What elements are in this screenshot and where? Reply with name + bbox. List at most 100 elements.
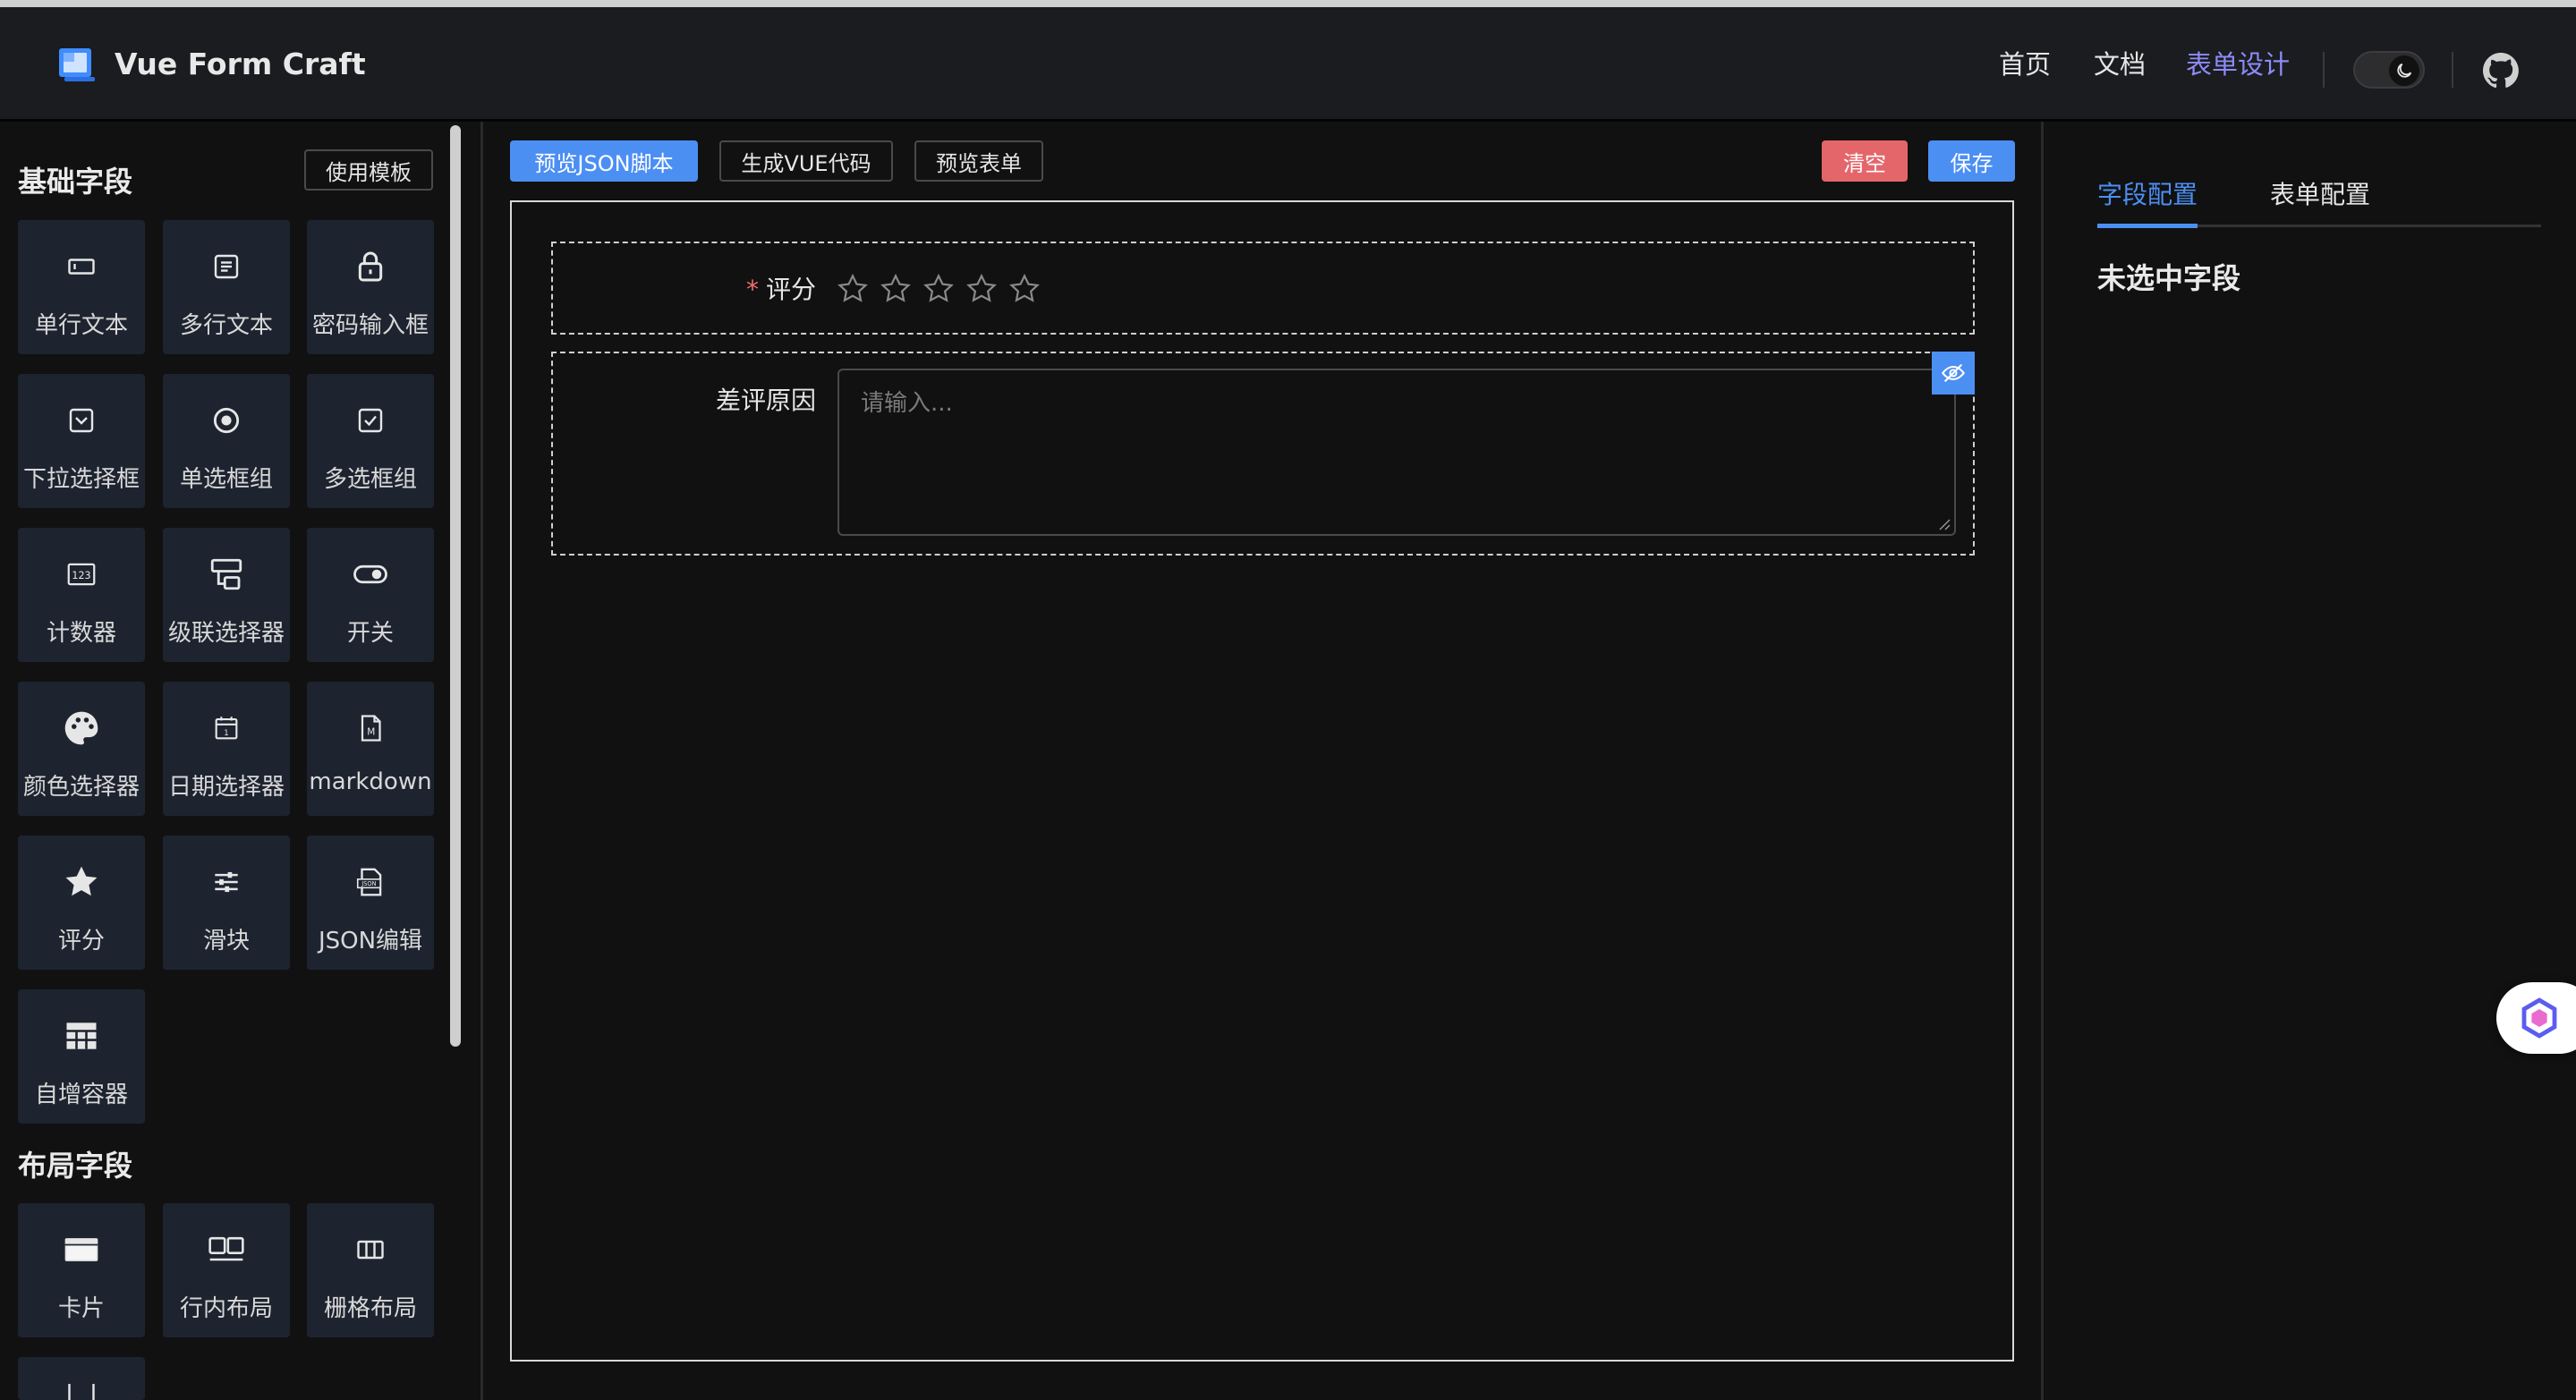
grid-icon [307,1230,434,1269]
logo-icon [59,48,95,81]
widget-label: 单行文本 [34,312,128,339]
dark-mode-toggle[interactable] [2353,51,2425,89]
floating-assistant-button[interactable] [2496,982,2576,1054]
textarea-icon [163,247,290,286]
slider-icon [163,862,290,902]
widget-label: JSON编辑 [318,928,423,955]
widget-password[interactable]: 密码输入框 [307,220,434,354]
widget-label: 下拉选择框 [22,466,140,493]
card-icon [18,1230,145,1269]
widget-auto-container[interactable]: 自增容器 [18,989,145,1124]
moon-icon [2389,55,2419,86]
widget-number[interactable]: 123 计数器 [18,528,145,662]
widget-slider[interactable]: 滑块 [163,836,290,970]
widget-switch[interactable]: 开关 [307,528,434,662]
layout-fields-title: 布局字段 [18,1149,133,1183]
number-icon: 123 [18,555,145,594]
right-panel-divider [2041,122,2044,1400]
reason-textarea[interactable]: 请输入... [837,369,1956,536]
widget-label: 多行文本 [179,312,273,339]
browser-top-strip [0,0,2576,7]
widget-label: 日期选择器 [167,774,285,801]
required-mark: * [745,275,759,304]
eye-off-icon[interactable] [1932,352,1975,395]
widget-textarea[interactable]: 多行文本 [163,220,290,354]
widget-card[interactable]: 卡片 [18,1203,145,1337]
widget-label: 多选框组 [323,466,417,493]
basic-fields-title: 基础字段 [18,165,133,199]
assistant-logo-icon [2521,997,2557,1039]
header-divider [2452,52,2453,88]
reason-placeholder: 请输入... [861,390,953,417]
star-icon [18,862,145,902]
widget-label: 颜色选择器 [22,774,140,801]
lock-icon [307,247,434,286]
star-outline-icon[interactable] [1007,272,1041,306]
image-icon [18,1384,145,1400]
widget-markdown[interactable]: M markdown [307,682,434,816]
widget-json[interactable]: JSON JSON编辑 [307,836,434,970]
preview-form-button[interactable]: 预览表单 [914,140,1043,182]
svg-text:JSON: JSON [361,880,376,887]
inline-icon [163,1230,290,1269]
star-outline-icon[interactable] [965,272,999,306]
tab-form-config[interactable]: 表单配置 [2270,175,2370,211]
table-icon [18,1016,145,1056]
widget-date[interactable]: 1 日期选择器 [163,682,290,816]
widget-label: 级联选择器 [167,620,285,647]
preview-json-button[interactable]: 预览JSON脚本 [510,140,698,182]
radio-icon [163,401,290,440]
widget-input[interactable]: 单行文本 [18,220,145,354]
resize-handle-icon[interactable] [1936,516,1951,530]
rating-label: * 评分 [680,270,816,306]
switch-icon [307,555,434,594]
svg-text:123: 123 [72,570,90,581]
star-outline-icon[interactable] [922,272,956,306]
widget-label: 开关 [346,620,394,647]
save-button[interactable]: 保存 [1928,140,2015,182]
widget-radio[interactable]: 单选框组 [163,374,290,508]
sidebar-scrollbar-thumb[interactable] [450,125,461,1047]
widget-label: 卡片 [57,1295,105,1322]
widget-label: 行内布局 [179,1295,273,1322]
generate-vue-button[interactable]: 生成VUE代码 [719,140,893,182]
star-outline-icon[interactable] [836,272,870,306]
widget-label: markdown [309,768,432,795]
widget-label: 滑块 [202,928,250,955]
nav-form-design[interactable]: 表单设计 [2186,47,2290,82]
rating-stars[interactable] [836,272,1041,306]
palette-icon [18,708,145,748]
widget-partial[interactable] [18,1357,145,1400]
checkbox-icon [307,401,434,440]
widget-color[interactable]: 颜色选择器 [18,682,145,816]
brand-title[interactable]: Vue Form Craft [115,45,366,84]
star-outline-icon[interactable] [879,272,913,306]
widget-label: 自增容器 [34,1082,128,1108]
clear-button[interactable]: 清空 [1822,140,1908,182]
widget-label: 栅格布局 [323,1295,417,1322]
app-header: Vue Form Craft 首页 文档 表单设计 [0,7,2576,122]
header-divider [2323,52,2325,88]
calendar-icon: 1 [163,708,290,748]
input-icon [18,247,145,286]
rating-label-text: 评分 [765,275,816,304]
widget-grid-layout[interactable]: 栅格布局 [307,1203,434,1337]
widget-select[interactable]: 下拉选择框 [18,374,145,508]
widget-inline-layout[interactable]: 行内布局 [163,1203,290,1337]
widget-label: 计数器 [46,620,116,647]
widget-checkbox[interactable]: 多选框组 [307,374,434,508]
svg-text:1: 1 [224,729,228,738]
tab-active-indicator [2097,224,2198,228]
widget-label: 评分 [57,928,105,955]
widget-rate[interactable]: 评分 [18,836,145,970]
tab-field-config[interactable]: 字段配置 [2097,175,2198,211]
reason-label: 差评原因 [715,386,816,415]
github-icon[interactable] [2482,52,2520,89]
use-template-button[interactable]: 使用模板 [304,149,433,191]
widget-cascader[interactable]: 级联选择器 [163,528,290,662]
left-panel-divider [480,122,483,1400]
json-icon: JSON [307,862,434,902]
nav-docs[interactable]: 文档 [2094,47,2146,82]
widget-label: 密码输入框 [311,312,429,339]
nav-home[interactable]: 首页 [1999,47,2051,82]
